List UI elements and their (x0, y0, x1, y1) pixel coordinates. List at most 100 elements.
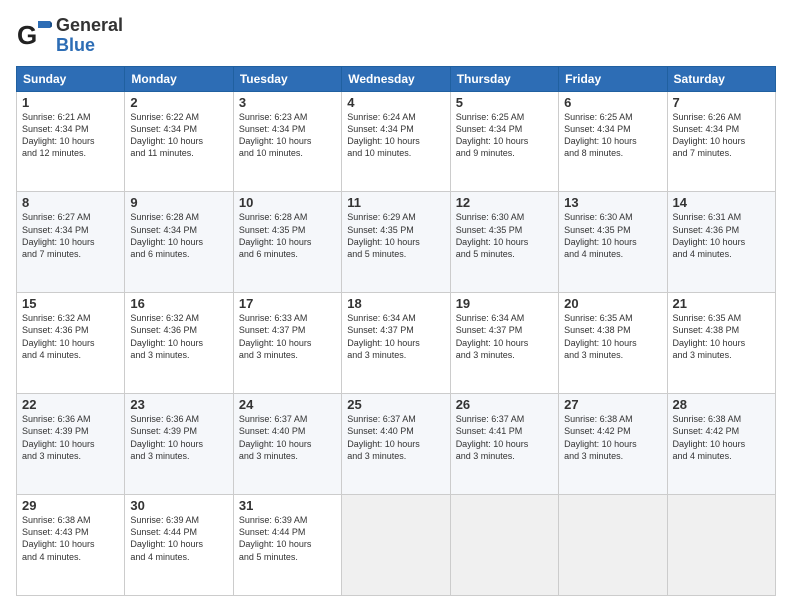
calendar-cell-day-27: 27Sunrise: 6:38 AM Sunset: 4:42 PM Dayli… (559, 394, 667, 495)
calendar-cell-day-31: 31Sunrise: 6:39 AM Sunset: 4:44 PM Dayli… (233, 495, 341, 596)
calendar-cell-day-23: 23Sunrise: 6:36 AM Sunset: 4:39 PM Dayli… (125, 394, 233, 495)
day-number: 18 (347, 296, 444, 311)
day-number: 15 (22, 296, 119, 311)
calendar-cell-empty (667, 495, 775, 596)
day-details: Sunrise: 6:34 AM Sunset: 4:37 PM Dayligh… (456, 312, 553, 361)
calendar-header-row: SundayMondayTuesdayWednesdayThursdayFrid… (17, 66, 776, 91)
calendar-cell-day-8: 8Sunrise: 6:27 AM Sunset: 4:34 PM Daylig… (17, 192, 125, 293)
day-details: Sunrise: 6:35 AM Sunset: 4:38 PM Dayligh… (564, 312, 661, 361)
day-number: 1 (22, 95, 119, 110)
calendar-cell-day-18: 18Sunrise: 6:34 AM Sunset: 4:37 PM Dayli… (342, 293, 450, 394)
calendar-table: SundayMondayTuesdayWednesdayThursdayFrid… (16, 66, 776, 596)
logo-general: General (56, 16, 123, 36)
calendar-cell-day-10: 10Sunrise: 6:28 AM Sunset: 4:35 PM Dayli… (233, 192, 341, 293)
calendar-cell-day-26: 26Sunrise: 6:37 AM Sunset: 4:41 PM Dayli… (450, 394, 558, 495)
calendar-cell-day-21: 21Sunrise: 6:35 AM Sunset: 4:38 PM Dayli… (667, 293, 775, 394)
day-number: 22 (22, 397, 119, 412)
day-details: Sunrise: 6:28 AM Sunset: 4:34 PM Dayligh… (130, 211, 227, 260)
day-number: 13 (564, 195, 661, 210)
day-details: Sunrise: 6:28 AM Sunset: 4:35 PM Dayligh… (239, 211, 336, 260)
calendar-cell-day-7: 7Sunrise: 6:26 AM Sunset: 4:34 PM Daylig… (667, 91, 775, 192)
calendar-week-row: 29Sunrise: 6:38 AM Sunset: 4:43 PM Dayli… (17, 495, 776, 596)
calendar-weekday-thursday: Thursday (450, 66, 558, 91)
day-details: Sunrise: 6:33 AM Sunset: 4:37 PM Dayligh… (239, 312, 336, 361)
calendar-weekday-sunday: Sunday (17, 66, 125, 91)
day-details: Sunrise: 6:25 AM Sunset: 4:34 PM Dayligh… (456, 111, 553, 160)
day-details: Sunrise: 6:36 AM Sunset: 4:39 PM Dayligh… (22, 413, 119, 462)
calendar-cell-day-20: 20Sunrise: 6:35 AM Sunset: 4:38 PM Dayli… (559, 293, 667, 394)
calendar-cell-day-15: 15Sunrise: 6:32 AM Sunset: 4:36 PM Dayli… (17, 293, 125, 394)
calendar-week-row: 8Sunrise: 6:27 AM Sunset: 4:34 PM Daylig… (17, 192, 776, 293)
day-number: 28 (673, 397, 770, 412)
day-details: Sunrise: 6:29 AM Sunset: 4:35 PM Dayligh… (347, 211, 444, 260)
calendar-cell-day-1: 1Sunrise: 6:21 AM Sunset: 4:34 PM Daylig… (17, 91, 125, 192)
day-details: Sunrise: 6:37 AM Sunset: 4:40 PM Dayligh… (347, 413, 444, 462)
day-number: 5 (456, 95, 553, 110)
day-details: Sunrise: 6:22 AM Sunset: 4:34 PM Dayligh… (130, 111, 227, 160)
calendar-cell-empty (559, 495, 667, 596)
calendar-cell-day-12: 12Sunrise: 6:30 AM Sunset: 4:35 PM Dayli… (450, 192, 558, 293)
day-details: Sunrise: 6:39 AM Sunset: 4:44 PM Dayligh… (239, 514, 336, 563)
day-number: 16 (130, 296, 227, 311)
day-details: Sunrise: 6:36 AM Sunset: 4:39 PM Dayligh… (130, 413, 227, 462)
day-number: 12 (456, 195, 553, 210)
day-details: Sunrise: 6:37 AM Sunset: 4:41 PM Dayligh… (456, 413, 553, 462)
day-number: 10 (239, 195, 336, 210)
day-details: Sunrise: 6:37 AM Sunset: 4:40 PM Dayligh… (239, 413, 336, 462)
calendar-cell-day-2: 2Sunrise: 6:22 AM Sunset: 4:34 PM Daylig… (125, 91, 233, 192)
logo-row: G General Blue (16, 16, 123, 56)
day-number: 7 (673, 95, 770, 110)
calendar-cell-day-4: 4Sunrise: 6:24 AM Sunset: 4:34 PM Daylig… (342, 91, 450, 192)
day-number: 8 (22, 195, 119, 210)
calendar-week-row: 1Sunrise: 6:21 AM Sunset: 4:34 PM Daylig… (17, 91, 776, 192)
calendar-weekday-tuesday: Tuesday (233, 66, 341, 91)
calendar-cell-day-9: 9Sunrise: 6:28 AM Sunset: 4:34 PM Daylig… (125, 192, 233, 293)
calendar-cell-day-19: 19Sunrise: 6:34 AM Sunset: 4:37 PM Dayli… (450, 293, 558, 394)
day-number: 19 (456, 296, 553, 311)
day-number: 4 (347, 95, 444, 110)
calendar-cell-day-16: 16Sunrise: 6:32 AM Sunset: 4:36 PM Dayli… (125, 293, 233, 394)
calendar-cell-day-29: 29Sunrise: 6:38 AM Sunset: 4:43 PM Dayli… (17, 495, 125, 596)
calendar-weekday-saturday: Saturday (667, 66, 775, 91)
calendar-cell-day-11: 11Sunrise: 6:29 AM Sunset: 4:35 PM Dayli… (342, 192, 450, 293)
day-number: 2 (130, 95, 227, 110)
calendar-weekday-wednesday: Wednesday (342, 66, 450, 91)
day-details: Sunrise: 6:34 AM Sunset: 4:37 PM Dayligh… (347, 312, 444, 361)
day-number: 29 (22, 498, 119, 513)
day-number: 14 (673, 195, 770, 210)
day-details: Sunrise: 6:30 AM Sunset: 4:35 PM Dayligh… (564, 211, 661, 260)
day-details: Sunrise: 6:31 AM Sunset: 4:36 PM Dayligh… (673, 211, 770, 260)
day-number: 24 (239, 397, 336, 412)
calendar-cell-day-5: 5Sunrise: 6:25 AM Sunset: 4:34 PM Daylig… (450, 91, 558, 192)
calendar-cell-empty (450, 495, 558, 596)
calendar-cell-day-6: 6Sunrise: 6:25 AM Sunset: 4:34 PM Daylig… (559, 91, 667, 192)
calendar-cell-day-25: 25Sunrise: 6:37 AM Sunset: 4:40 PM Dayli… (342, 394, 450, 495)
day-details: Sunrise: 6:38 AM Sunset: 4:42 PM Dayligh… (673, 413, 770, 462)
day-details: Sunrise: 6:39 AM Sunset: 4:44 PM Dayligh… (130, 514, 227, 563)
day-details: Sunrise: 6:21 AM Sunset: 4:34 PM Dayligh… (22, 111, 119, 160)
calendar-weekday-friday: Friday (559, 66, 667, 91)
day-number: 25 (347, 397, 444, 412)
day-details: Sunrise: 6:32 AM Sunset: 4:36 PM Dayligh… (130, 312, 227, 361)
calendar-cell-day-14: 14Sunrise: 6:31 AM Sunset: 4:36 PM Dayli… (667, 192, 775, 293)
day-number: 17 (239, 296, 336, 311)
calendar-cell-day-3: 3Sunrise: 6:23 AM Sunset: 4:34 PM Daylig… (233, 91, 341, 192)
calendar-week-row: 22Sunrise: 6:36 AM Sunset: 4:39 PM Dayli… (17, 394, 776, 495)
day-details: Sunrise: 6:24 AM Sunset: 4:34 PM Dayligh… (347, 111, 444, 160)
calendar-weekday-monday: Monday (125, 66, 233, 91)
day-details: Sunrise: 6:35 AM Sunset: 4:38 PM Dayligh… (673, 312, 770, 361)
day-details: Sunrise: 6:25 AM Sunset: 4:34 PM Dayligh… (564, 111, 661, 160)
day-number: 3 (239, 95, 336, 110)
calendar-cell-day-13: 13Sunrise: 6:30 AM Sunset: 4:35 PM Dayli… (559, 192, 667, 293)
day-details: Sunrise: 6:26 AM Sunset: 4:34 PM Dayligh… (673, 111, 770, 160)
day-number: 31 (239, 498, 336, 513)
day-number: 27 (564, 397, 661, 412)
day-number: 30 (130, 498, 227, 513)
day-details: Sunrise: 6:30 AM Sunset: 4:35 PM Dayligh… (456, 211, 553, 260)
day-number: 11 (347, 195, 444, 210)
calendar-body: 1Sunrise: 6:21 AM Sunset: 4:34 PM Daylig… (17, 91, 776, 595)
calendar-cell-empty (342, 495, 450, 596)
calendar-cell-day-30: 30Sunrise: 6:39 AM Sunset: 4:44 PM Dayli… (125, 495, 233, 596)
day-details: Sunrise: 6:32 AM Sunset: 4:36 PM Dayligh… (22, 312, 119, 361)
day-details: Sunrise: 6:27 AM Sunset: 4:34 PM Dayligh… (22, 211, 119, 260)
